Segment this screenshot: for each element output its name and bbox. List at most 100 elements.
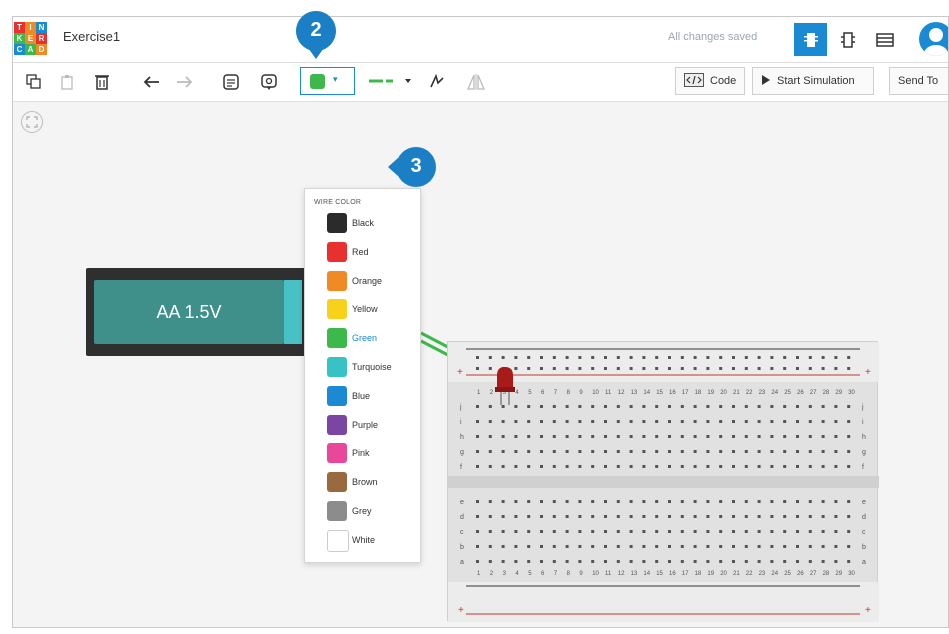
annotation-icon[interactable] <box>258 71 280 93</box>
color-swatch <box>327 328 347 349</box>
undo-icon[interactable] <box>141 71 163 93</box>
wire-type-dropdown[interactable] <box>361 67 416 95</box>
color-swatch <box>327 385 347 406</box>
column-number: 4 <box>515 571 519 577</box>
wire-color-option[interactable]: Green <box>327 328 417 350</box>
column-number: 25 <box>784 571 791 577</box>
step-number: 3 <box>410 154 422 177</box>
wire-color-dropdown[interactable]: ▾ <box>300 67 355 95</box>
workplane-canvas[interactable]: AA 1.5V 1 1 2 2 3 3 4 4 5 5 6 6 7 7 8 8 9 9 10 10 11 11 12 12 13… <box>13 102 948 627</box>
color-name: Grey <box>352 506 372 516</box>
row-letter: j <box>459 404 462 411</box>
circuit-view-icon[interactable] <box>794 23 827 56</box>
app-header: T I N K E R C A D Exercise1 All changes … <box>13 17 948 63</box>
wire-color-option[interactable]: Orange <box>327 270 417 293</box>
row-letter: b <box>862 544 866 551</box>
start-simulation-button[interactable]: Start Simulation <box>752 67 874 95</box>
column-number: 26 <box>797 390 804 396</box>
row-letter: f <box>460 464 462 471</box>
tinkercad-logo[interactable]: T I N K E R C A D <box>14 22 47 55</box>
row-letter: i <box>862 419 864 426</box>
save-status: All changes saved <box>668 31 758 43</box>
row-letter: g <box>460 449 464 456</box>
wire-color-option[interactable]: Purple <box>327 414 417 437</box>
wire-color-option[interactable]: Grey <box>327 501 417 523</box>
column-number: 30 <box>848 571 855 577</box>
column-number: 12 <box>618 571 625 577</box>
color-name: Black <box>352 218 375 228</box>
code-button[interactable]: Code <box>675 67 745 95</box>
column-number: 14 <box>643 390 650 396</box>
column-number: 19 <box>707 571 714 577</box>
column-number: 5 <box>528 390 532 396</box>
column-number: 17 <box>682 390 689 396</box>
wire-color-option[interactable]: Blue <box>327 385 417 408</box>
column-number: 16 <box>669 390 676 396</box>
code-icon <box>684 72 704 90</box>
column-number: 28 <box>823 571 830 577</box>
aa-battery[interactable]: AA 1.5V <box>86 268 311 356</box>
wire-color-option[interactable]: White <box>327 529 417 552</box>
step-number: 2 <box>310 18 322 41</box>
chevron-down-icon: ▾ <box>333 74 338 84</box>
column-number: 24 <box>771 571 778 577</box>
wire-color-option[interactable]: Turquoise <box>327 357 417 379</box>
color-swatch <box>327 357 347 377</box>
color-swatch <box>327 299 347 320</box>
color-name: Green <box>352 333 378 344</box>
column-number: 26 <box>797 571 804 577</box>
step-marker-3: 3 <box>388 145 436 189</box>
red-led[interactable] <box>491 365 521 415</box>
wire-color-option[interactable]: Red <box>327 241 417 264</box>
redo-icon[interactable] <box>173 71 195 93</box>
column-number: 11 <box>605 571 612 577</box>
paste-icon[interactable] <box>57 71 79 93</box>
rotate-icon[interactable] <box>426 71 448 93</box>
flip-icon[interactable] <box>465 71 487 93</box>
send-to-button[interactable]: Send To <box>889 67 948 95</box>
column-number: 25 <box>784 390 791 396</box>
send-to-label: Send To <box>898 75 939 87</box>
tinkercad-window: T I N K E R C A D Exercise1 All changes … <box>12 16 949 628</box>
delete-icon[interactable] <box>91 71 113 93</box>
row-letter: h <box>862 434 866 441</box>
column-number: 9 <box>579 571 583 577</box>
wire-color-option[interactable]: Yellow <box>327 299 417 321</box>
row-letter: e <box>460 499 464 506</box>
schematic-view-icon[interactable] <box>831 23 864 56</box>
color-swatch <box>327 472 347 493</box>
row-letter: c <box>862 529 866 536</box>
color-swatch <box>327 213 347 233</box>
column-number: 10 <box>592 390 599 396</box>
battery-body: AA 1.5V <box>94 280 284 344</box>
column-number: 10 <box>592 571 599 577</box>
project-title[interactable]: Exercise1 <box>63 29 120 44</box>
column-number: 21 <box>733 571 740 577</box>
wire-color-heading: WIRE COLOR <box>314 199 362 206</box>
user-avatar[interactable] <box>919 22 948 56</box>
column-number: 22 <box>746 390 753 396</box>
rail-plus-bottom-right: + <box>865 605 871 616</box>
column-number: 5 <box>528 571 532 577</box>
column-number: 13 <box>631 571 638 577</box>
wire-color-option[interactable]: Pink <box>327 443 417 465</box>
color-swatch <box>327 241 347 262</box>
row-letter: e <box>862 499 866 506</box>
wire-color-option[interactable]: Black <box>327 213 417 235</box>
column-number: 21 <box>733 390 740 396</box>
column-number: 16 <box>669 571 676 577</box>
column-number: 7 <box>554 390 558 396</box>
notes-icon[interactable] <box>220 71 242 93</box>
fit-view-icon[interactable] <box>21 111 43 133</box>
battery-terminal[interactable] <box>284 280 302 344</box>
row-letter: g <box>862 449 866 456</box>
column-number: 23 <box>759 390 766 396</box>
column-number: 2 <box>490 571 494 577</box>
wire-color-option[interactable]: Brown <box>327 472 417 494</box>
color-name: Orange <box>352 275 383 286</box>
column-number: 20 <box>720 390 727 396</box>
copy-icon[interactable] <box>23 71 45 93</box>
component-list-icon[interactable] <box>868 23 901 56</box>
row-letter: h <box>460 434 464 441</box>
column-number: 1 <box>477 390 481 396</box>
